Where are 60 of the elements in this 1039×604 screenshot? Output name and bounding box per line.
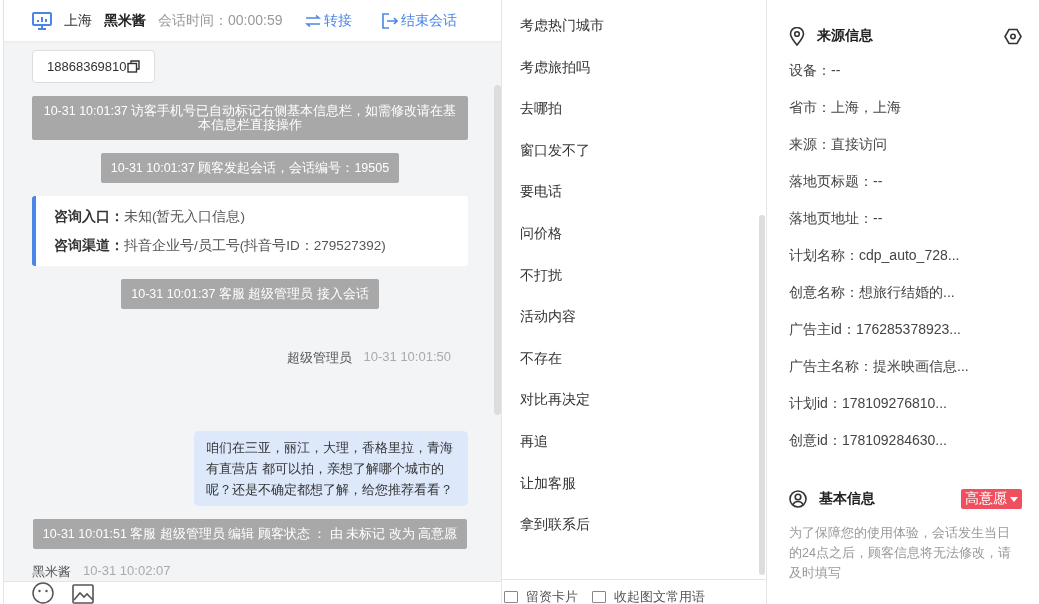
emoji-icon[interactable] <box>32 582 54 604</box>
source-field: 计划名称：cdp_auto_728... <box>789 247 1022 284</box>
system-notice: 10-31 10:01:37 访客手机号已自动标记右侧基本信息栏，如需修改请在基本信息栏直接操作 <box>32 96 468 140</box>
quick-reply-item[interactable]: 考虑热门城市 <box>520 17 766 59</box>
scrollbar-thumb[interactable] <box>494 85 501 415</box>
system-notice: 10-31 10:01:37 客服 超级管理员 接入会话 <box>121 279 379 309</box>
source-field: 广告主名称：提米映画信息... <box>789 358 1022 395</box>
entry-label: 咨询渠道： <box>54 238 124 253</box>
source-field: 省市：上海，上海 <box>789 99 1022 136</box>
end-session-button[interactable]: 结束会话 <box>381 11 457 30</box>
option-checkbox[interactable]: 留资卡片 <box>504 590 578 604</box>
quick-reply-item[interactable]: 再追 <box>520 432 766 475</box>
source-field: 创意id：178109284630... <box>789 432 1022 469</box>
quick-reply-item[interactable]: 不存在 <box>520 349 766 392</box>
option-checkbox[interactable]: 收起图文常用语 <box>592 590 705 604</box>
quick-reply-item[interactable]: 问价格 <box>520 224 766 267</box>
scrollbar-thumb[interactable] <box>759 215 765 575</box>
section-title: 基本信息 <box>819 490 876 508</box>
section-title: 来源信息 <box>817 27 874 45</box>
customer-city: 上海 <box>64 11 92 30</box>
source-field: 计划id：178109276810... <box>789 395 1022 432</box>
source-field: 广告主id：176285378923... <box>789 321 1022 358</box>
transfer-button[interactable]: 转接 <box>304 11 352 30</box>
entry-label: 咨询入口： <box>54 209 124 224</box>
caret-icon <box>1010 496 1018 502</box>
entry-value: 未知(暂无入口信息) <box>124 209 245 224</box>
notice-text: 为了保障您的使用体验，会话发生当日的24点之后，顾客信息将无法修改，请及时填写 <box>789 525 1012 582</box>
message-time: 10-31 10:02:07 <box>83 563 171 580</box>
quick-reply-item[interactable]: 让加客服 <box>520 474 766 517</box>
sender-name: 黑米酱 <box>32 563 71 581</box>
customer-name: 黑米酱 <box>104 11 146 30</box>
image-icon[interactable] <box>72 584 94 604</box>
quick-reply-item[interactable]: 要电话 <box>520 183 766 225</box>
source-field: 落地页标题：-- <box>789 173 1022 210</box>
source-field: 设备：-- <box>789 62 1022 99</box>
user-icon <box>789 490 807 508</box>
quick-reply-item[interactable]: 对比再决定 <box>520 391 766 433</box>
quick-reply-item[interactable]: 考虑旅拍吗 <box>520 58 766 101</box>
copy-icon[interactable] <box>126 60 140 73</box>
session-timer: 会话时间：00:00:59 <box>158 11 283 30</box>
source-field: 落地页地址：-- <box>789 210 1022 247</box>
system-notice: 10-31 10:01:51 客服 超级管理员 编辑 顾客状态 ： 由 未标记 改为 高意愿 <box>32 519 468 549</box>
quick-reply-item[interactable]: 窗口发不了 <box>520 141 766 184</box>
source-field: 来源：直接访问 <box>789 136 1022 173</box>
sender-name: 超级管理员 <box>286 349 352 367</box>
message-bubble: 咱们在三亚，丽江，大理，香格里拉，青海有直营店 都可以拍，亲想了解哪个城市的呢？还是不确定都想了解，给您推荐看看？ <box>194 431 468 506</box>
message-time: 10-31 10:01:50 <box>363 349 451 366</box>
entry-value: 抖音企业号/员工号(抖音号ID：279527392) <box>124 238 386 253</box>
source-field: 创意名称：想旅行结婚的... <box>789 284 1022 321</box>
quick-reply-item[interactable]: 不打扰 <box>520 266 766 309</box>
quick-reply-item[interactable]: 拿到联系后 <box>520 516 766 558</box>
quick-reply-item[interactable]: 去哪拍 <box>520 100 766 142</box>
phone-number-chip: 18868369810 <box>32 50 155 83</box>
monitor-icon <box>32 11 52 30</box>
quick-reply-item[interactable]: 活动内容 <box>520 308 766 350</box>
swap-arrows-icon <box>304 14 321 27</box>
system-notice: 10-31 10:01:37 顾客发起会话，会话编号：19505 <box>100 153 400 183</box>
location-pin-icon <box>789 26 805 46</box>
exit-icon <box>381 12 398 29</box>
settings-icon[interactable] <box>1004 27 1022 45</box>
